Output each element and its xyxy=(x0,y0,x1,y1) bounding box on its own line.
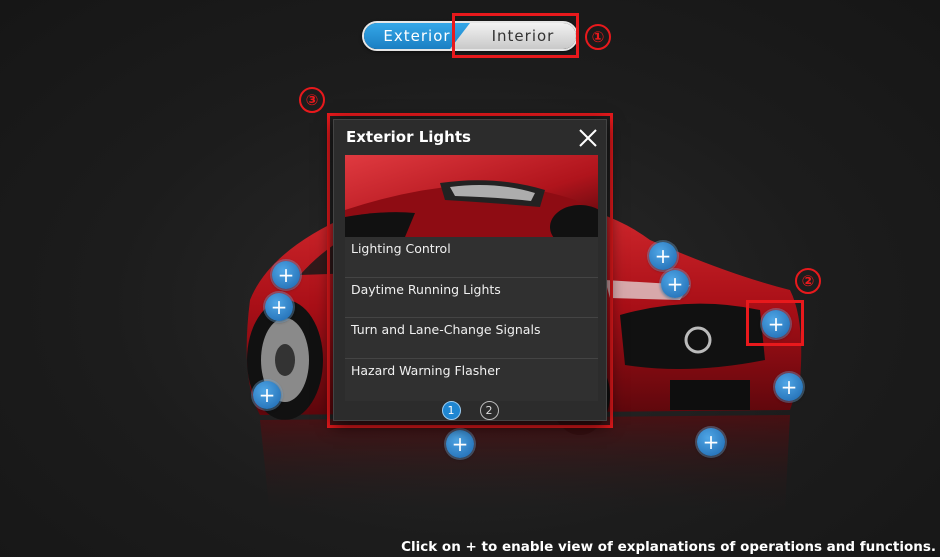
menu-item-hazard-flasher[interactable]: Hazard Warning Flasher xyxy=(345,358,598,401)
menu-item-daytime-running-lights[interactable]: Daytime Running Lights xyxy=(345,277,598,318)
menu-item-lighting-control[interactable]: Lighting Control xyxy=(345,237,598,278)
hotspot-button[interactable]: + xyxy=(775,373,803,401)
annotation-number-3: ③ xyxy=(299,87,325,113)
hotspot-button[interactable]: + xyxy=(272,261,300,289)
hotspot-button[interactable]: + xyxy=(265,293,293,321)
hotspot-button[interactable]: + xyxy=(762,310,790,338)
annotation-number-2: ② xyxy=(795,268,821,294)
car-viewer-stage: Exterior Interior ① ② ③ + + + + + + + + … xyxy=(0,0,940,557)
hotspot-button[interactable]: + xyxy=(697,428,725,456)
exterior-lights-popup: Exterior Lights Lighting Control Daytime… xyxy=(333,119,607,421)
hotspot-button[interactable]: + xyxy=(446,430,474,458)
menu-item-turn-signals[interactable]: Turn and Lane-Change Signals xyxy=(345,318,598,359)
footer-instructions: Click on + to enable view of explanation… xyxy=(401,539,936,555)
annotation-number-1: ① xyxy=(585,24,611,50)
page-1-button[interactable]: 1 xyxy=(441,401,461,420)
popup-pager: 1 2 xyxy=(334,401,606,420)
hotspot-button[interactable]: + xyxy=(253,381,281,409)
annotation-box-1 xyxy=(452,13,579,58)
hotspot-button[interactable]: + xyxy=(661,270,689,298)
popup-menu: Lighting Control Daytime Running Lights … xyxy=(345,237,598,401)
popup-title: Exterior Lights xyxy=(346,128,471,146)
headlight-photo xyxy=(345,155,598,237)
hotspot-button[interactable]: + xyxy=(649,242,677,270)
page-2-button[interactable]: 2 xyxy=(479,401,499,420)
close-icon[interactable] xyxy=(576,126,600,150)
